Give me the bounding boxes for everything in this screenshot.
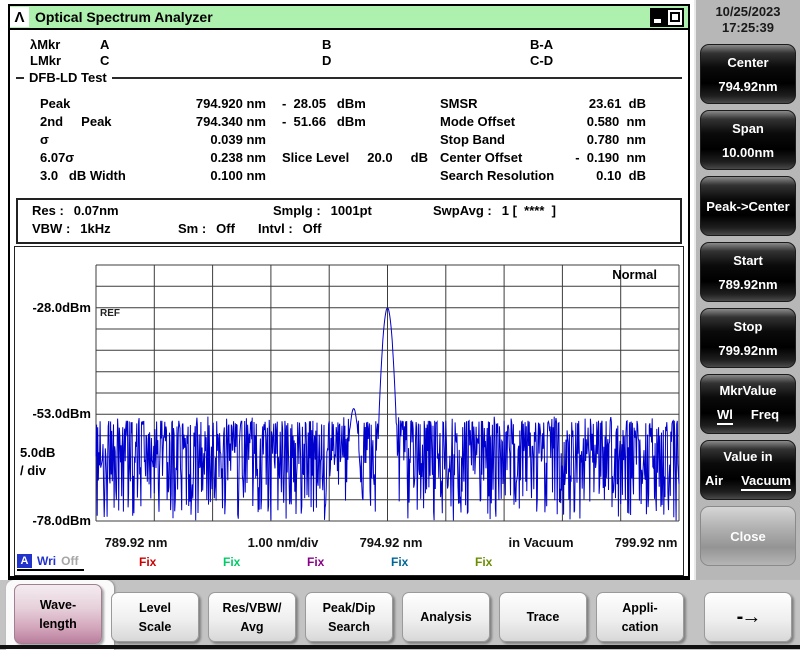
softkey-start-value: 789.92nm (718, 277, 777, 292)
softkey-stop[interactable]: Stop 799.92nm (700, 308, 796, 368)
ref-level-label: REF (100, 308, 120, 319)
bottom-divider (0, 645, 800, 649)
window-controls (650, 8, 684, 27)
softkey-close[interactable]: Close (700, 506, 796, 566)
smplg-setting: Smplg :1001pt (273, 203, 372, 218)
y-axis-label-mid: -53.0dBm (15, 406, 91, 421)
mkr-value-option-wl[interactable]: Wl (717, 407, 733, 425)
marker-row-level: LMkr C D C-D (10, 53, 688, 69)
window-title: Optical Spectrum Analyzer (35, 9, 213, 25)
mkr-ba-label: B-A (530, 37, 553, 52)
value-in-option-vacuum[interactable]: Vacuum (741, 473, 791, 491)
mkr-value-option-freq[interactable]: Freq (751, 407, 779, 425)
mkr-c-label: C (100, 53, 109, 68)
scale-per-div-label: 5.0dB (20, 445, 55, 460)
softkey-center[interactable]: Center 794.92nm (700, 44, 796, 104)
titlebar: Λ Optical Spectrum Analyzer (10, 6, 688, 30)
fkey-peak-dip-search[interactable]: Peak/Dip Search (305, 592, 393, 642)
analysis-title: DFB-LD Test (24, 70, 112, 85)
analysis-row-sigma: σ 0.039 nm Stop Band 0.780 nm (10, 132, 688, 149)
res-setting: Res :0.07nm (32, 203, 119, 218)
maximize-icon[interactable] (666, 10, 682, 25)
anritsu-logo-icon: Λ (10, 7, 29, 27)
softkey-start[interactable]: Start 789.92nm (700, 242, 796, 302)
trace-b-status[interactable]: Fix (139, 555, 156, 569)
mkr-row2-name: LMkr (30, 53, 61, 68)
softkey-span-value: 10.00nm (722, 145, 774, 160)
spectrum-chart (15, 247, 683, 575)
trace-e-status[interactable]: Fix (391, 555, 408, 569)
scale-per-div-label2: / div (20, 463, 46, 478)
fkey-res-vbw-avg[interactable]: Res/VBW/ Avg (208, 592, 296, 642)
analysis-group-separator: DFB-LD Test (16, 77, 682, 79)
y-axis-label-bottom: -78.0dBm (15, 513, 91, 528)
analysis-row-db-width: 3.0 dB Width 0.100 nm Search Resolution … (10, 168, 688, 185)
softkey-close-label: Close (730, 529, 765, 544)
time-label: 17:25:39 (696, 20, 800, 36)
softkey-center-value: 794.92nm (718, 79, 777, 94)
softkey-value-in[interactable]: Value in Air Vacuum (700, 440, 796, 500)
trace-f-status[interactable]: Fix (475, 555, 492, 569)
x-axis-medium-label: in Vacuum (508, 535, 573, 550)
trace-legend: A Wri Off Fix Fix Fix Fix Fix (15, 554, 683, 572)
mkr-a-label: A (100, 37, 109, 52)
display-mode-label: Normal (612, 267, 657, 282)
softkey-peak-to-center[interactable]: Peak->Center (700, 176, 796, 236)
analysis-row-peak: Peak 794.920 nm - 28.05 dBm SMSR 23.61 d… (10, 96, 688, 113)
swpavg-setting: SwpAvg :1 [ **** ] (433, 203, 556, 218)
fkey-analysis[interactable]: Analysis (402, 592, 490, 642)
softkey-mkr-value-label: MkrValue (719, 383, 776, 398)
osa-window: Λ Optical Spectrum Analyzer λMkr A B B-A… (8, 4, 690, 580)
x-axis-perdiv-label: 1.00 nm/div (248, 535, 319, 550)
analysis-row-6sigma: 6.07σ 0.238 nm Slice Level 20.0 dB Cente… (10, 150, 688, 167)
softkey-stop-label: Stop (734, 319, 763, 334)
softkey-span-label: Span (732, 121, 764, 136)
date-label: 10/25/2023 (696, 4, 800, 20)
trace-a-off: Off (61, 554, 78, 568)
mkr-b-label: B (322, 37, 331, 52)
intvl-setting: Intvl :Off (258, 221, 321, 236)
value-in-option-air[interactable]: Air (705, 473, 723, 491)
fkey-more-arrow[interactable]: -→ (704, 592, 792, 642)
trace-a-status[interactable]: A Wri Off (17, 554, 84, 571)
trace-a-badge: A (17, 554, 32, 568)
mkr-cd-label: C-D (530, 53, 553, 68)
function-key-bar: Wave- length Level Scale Res/VBW/ Avg Pe… (0, 580, 800, 650)
x-axis-center-label: 794.92 nm (360, 535, 423, 550)
more-arrow-icon: -→ (737, 606, 760, 629)
y-axis-label-ref: -28.0dBm (15, 300, 91, 315)
mkr-d-label: D (322, 53, 331, 68)
sm-setting: Sm :Off (178, 221, 235, 236)
x-axis-stop-label: 799.92 nm (615, 535, 678, 550)
fkey-wavelength[interactable]: Wave- length (14, 584, 102, 644)
softkey-span[interactable]: Span 10.00nm (700, 110, 796, 170)
x-axis-start-label: 789.92 nm (105, 535, 168, 550)
softkey-stop-value: 799.92nm (718, 343, 777, 358)
trace-c-status[interactable]: Fix (223, 555, 240, 569)
softkey-start-label: Start (733, 253, 763, 268)
minimize-icon[interactable] (652, 10, 666, 25)
datetime-display: 10/25/2023 17:25:39 (696, 4, 800, 36)
softkey-panel: 10/25/2023 17:25:39 Center 794.92nm Span… (694, 0, 800, 650)
softkey-peak-to-center-label: Peak->Center (706, 199, 789, 214)
trace-d-status[interactable]: Fix (307, 555, 324, 569)
softkey-value-in-label: Value in (723, 449, 772, 464)
mkr-row1-name: λMkr (30, 37, 60, 52)
fkey-application[interactable]: Appli- cation (596, 592, 684, 642)
marker-row-wavelength: λMkr A B B-A (10, 37, 688, 53)
trace-a-mode: Wri (37, 554, 56, 568)
sweep-settings-box: Res :0.07nm Smplg :1001pt SwpAvg :1 [ **… (16, 198, 682, 244)
softkey-center-label: Center (727, 55, 768, 70)
fkey-level-scale[interactable]: Level Scale (111, 592, 199, 642)
spectrum-display: Normal REF -28.0dBm -53.0dBm -78.0dBm 5.… (14, 246, 684, 576)
vbw-setting: VBW :1kHz (32, 221, 111, 236)
analysis-row-2nd-peak: 2nd Peak 794.340 nm - 51.66 dBm Mode Off… (10, 114, 688, 131)
softkey-mkr-value[interactable]: MkrValue Wl Freq (700, 374, 796, 434)
fkey-trace[interactable]: Trace (499, 592, 587, 642)
